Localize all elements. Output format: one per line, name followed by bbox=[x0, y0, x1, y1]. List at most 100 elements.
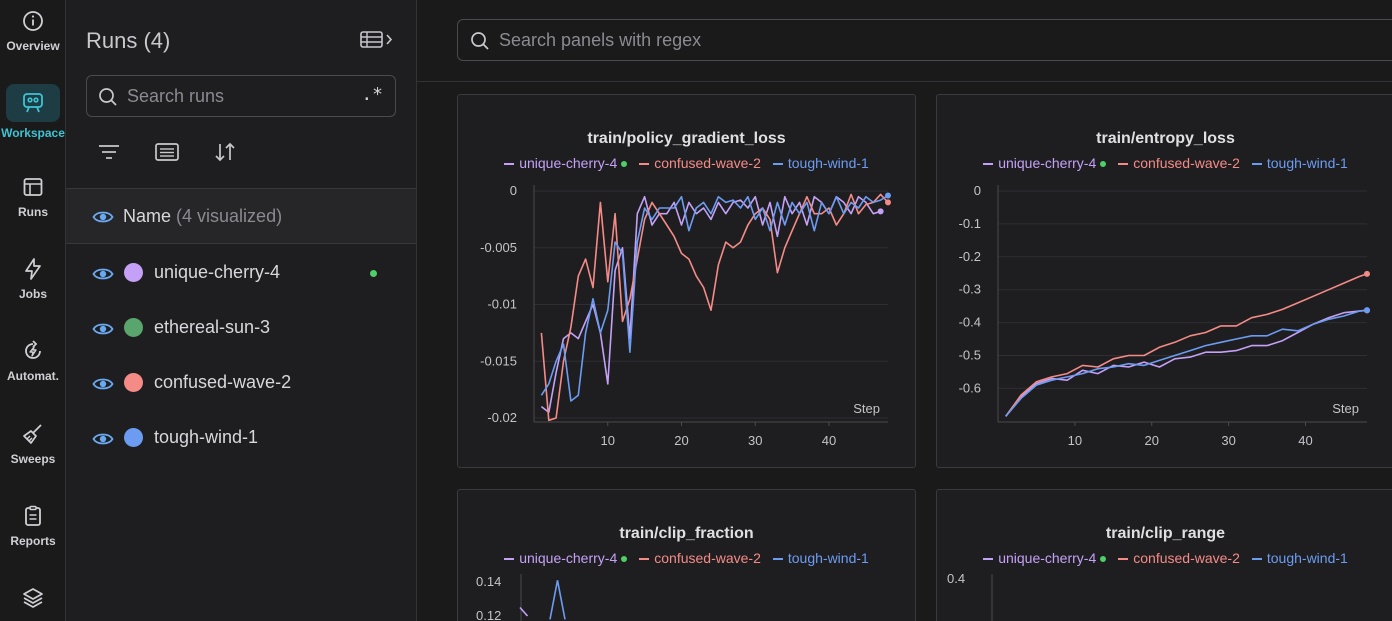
toggle-visibility[interactable] bbox=[92, 318, 114, 345]
workspace-icon bbox=[23, 93, 43, 113]
toggle-visibility[interactable] bbox=[92, 263, 114, 290]
panel-search-bar bbox=[417, 0, 1392, 82]
y-tick-label: -0.01 bbox=[487, 297, 517, 312]
nav-label: Overview bbox=[6, 39, 60, 53]
chart-panel-policy-gradient-loss[interactable]: train/policy_gradient_loss unique-cherry-… bbox=[457, 94, 916, 468]
chart-plot: 0 -0.1 -0.2 -0.3 -0.4 -0.5 -0.6 10 20 30 40 Step bbox=[959, 183, 1370, 448]
table-icon bbox=[23, 178, 43, 196]
run-row[interactable]: confused-wave-2 bbox=[66, 355, 416, 410]
y-tick-label: -0.3 bbox=[959, 282, 981, 297]
chart-plot: 0 -0.005 -0.01 -0.015 -0.02 10 20 30 40 Step bbox=[480, 183, 891, 448]
search-icon bbox=[471, 32, 489, 50]
expand-table-button[interactable] bbox=[360, 29, 396, 56]
y-tick-label: -0.4 bbox=[959, 315, 981, 330]
y-tick-label: -0.015 bbox=[480, 353, 517, 368]
broom-icon bbox=[23, 424, 42, 444]
nav-label: Reports bbox=[10, 534, 56, 548]
chart-panel-entropy-loss[interactable]: train/entropy_loss unique-cherry-4 confuse… bbox=[936, 94, 1392, 468]
runs-title: Runs (4) bbox=[86, 28, 171, 53]
sort-button[interactable] bbox=[212, 140, 238, 169]
visualized-count: (4 visualized) bbox=[176, 206, 283, 226]
name-header-label: Name bbox=[123, 206, 172, 226]
toggle-visibility[interactable] bbox=[92, 428, 114, 455]
y-tick-label: -0.6 bbox=[959, 380, 981, 395]
report-icon bbox=[25, 505, 41, 526]
list-icon bbox=[155, 143, 179, 161]
eye-icon bbox=[92, 378, 114, 390]
x-tick-label: 10 bbox=[601, 433, 615, 448]
regex-toggle[interactable]: .* bbox=[361, 84, 383, 105]
y-tick-label: -0.2 bbox=[959, 249, 981, 264]
runs-panel: Runs (4) .* Name (4 visualized) unique-c… bbox=[66, 0, 417, 621]
run-name: tough-wind-1 bbox=[154, 427, 259, 447]
automation-icon bbox=[25, 340, 41, 359]
nav-runs[interactable]: Runs bbox=[0, 175, 66, 219]
run-row[interactable]: ethereal-sun-3 bbox=[66, 300, 416, 355]
nav-reports[interactable]: Reports bbox=[0, 504, 66, 548]
nav-automations[interactable]: Automat. bbox=[0, 339, 66, 383]
run-name: ethereal-sun-3 bbox=[154, 317, 271, 337]
x-axis-label: Step bbox=[1332, 401, 1359, 416]
run-row[interactable]: unique-cherry-4 bbox=[66, 245, 416, 300]
lightning-icon bbox=[25, 258, 41, 280]
search-runs-input[interactable] bbox=[127, 85, 347, 107]
x-tick-label: 20 bbox=[1145, 433, 1159, 448]
eye-icon bbox=[92, 323, 114, 335]
y-tick-label: 0.14 bbox=[476, 574, 501, 589]
running-indicator bbox=[370, 270, 377, 277]
x-tick-label: 40 bbox=[822, 433, 836, 448]
series-line-tough-wind-1[interactable] bbox=[549, 580, 566, 620]
nav-more[interactable] bbox=[0, 586, 66, 610]
eye-icon bbox=[92, 268, 114, 280]
nav-jobs[interactable]: Jobs bbox=[0, 257, 66, 301]
info-icon bbox=[23, 11, 43, 31]
x-axis-label: Step bbox=[853, 401, 880, 416]
series-end-point bbox=[877, 208, 884, 215]
nav-workspace[interactable]: Workspace bbox=[0, 84, 66, 140]
filter-icon bbox=[99, 145, 119, 159]
run-color-swatch[interactable] bbox=[124, 318, 143, 337]
nav-label: Sweeps bbox=[10, 452, 56, 466]
panel-search-box bbox=[457, 19, 1392, 61]
runs-table-header: Name (4 visualized) bbox=[66, 188, 416, 244]
series-line-unique-cherry-4[interactable] bbox=[1005, 309, 1368, 417]
eye-icon bbox=[92, 433, 114, 445]
filter-button[interactable] bbox=[96, 140, 122, 169]
name-column-header[interactable]: Name (4 visualized) bbox=[123, 206, 282, 227]
run-color-swatch[interactable] bbox=[124, 428, 143, 447]
series-end-point bbox=[885, 192, 891, 199]
nav-sweeps[interactable]: Sweeps bbox=[0, 422, 66, 466]
series-end-point bbox=[1364, 270, 1370, 277]
layers-icon bbox=[23, 588, 43, 608]
run-color-swatch[interactable] bbox=[124, 263, 143, 282]
x-tick-label: 10 bbox=[1068, 433, 1082, 448]
nav-label: Workspace bbox=[1, 126, 65, 140]
run-name: confused-wave-2 bbox=[154, 372, 292, 392]
toggle-visibility[interactable] bbox=[92, 373, 114, 400]
y-tick-label: 0.12 bbox=[476, 608, 501, 621]
group-button[interactable] bbox=[154, 140, 180, 169]
series-line-confused-wave-2[interactable] bbox=[1005, 273, 1368, 417]
chart-plot: 0.4 bbox=[947, 571, 993, 621]
y-tick-label: 0 bbox=[510, 183, 517, 198]
chart-plot: 0.14 0.12 bbox=[476, 574, 566, 621]
panel-search-input[interactable] bbox=[499, 29, 1299, 51]
eye-icon bbox=[92, 211, 114, 223]
chart-panel-clip-range[interactable]: train/clip_range unique-cherry-4 confused-… bbox=[936, 489, 1392, 621]
nav-overview[interactable]: Overview bbox=[0, 9, 66, 53]
run-name: unique-cherry-4 bbox=[154, 262, 281, 282]
workspace-main: train/policy_gradient_lossunique-cherry-… bbox=[417, 0, 1392, 621]
run-row[interactable]: tough-wind-1 bbox=[66, 410, 416, 465]
toggle-all-visibility[interactable] bbox=[92, 206, 114, 233]
series-line-tough-wind-1[interactable] bbox=[1005, 309, 1368, 417]
nav-rail: Overview Workspace Runs Jobs Automat. Sw… bbox=[0, 0, 66, 621]
chart-panel-clip-fraction[interactable]: train/clip_fraction unique-cherry-4 confus… bbox=[457, 489, 916, 621]
series-line-tough-wind-1[interactable] bbox=[540, 194, 889, 402]
run-color-swatch[interactable] bbox=[124, 373, 143, 392]
x-tick-label: 30 bbox=[1221, 433, 1235, 448]
y-tick-label: -0.02 bbox=[487, 410, 517, 425]
search-runs-box: .* bbox=[86, 75, 396, 117]
x-tick-label: 40 bbox=[1298, 433, 1312, 448]
y-tick-label: -0.005 bbox=[480, 240, 517, 255]
series-end-point bbox=[885, 199, 891, 206]
